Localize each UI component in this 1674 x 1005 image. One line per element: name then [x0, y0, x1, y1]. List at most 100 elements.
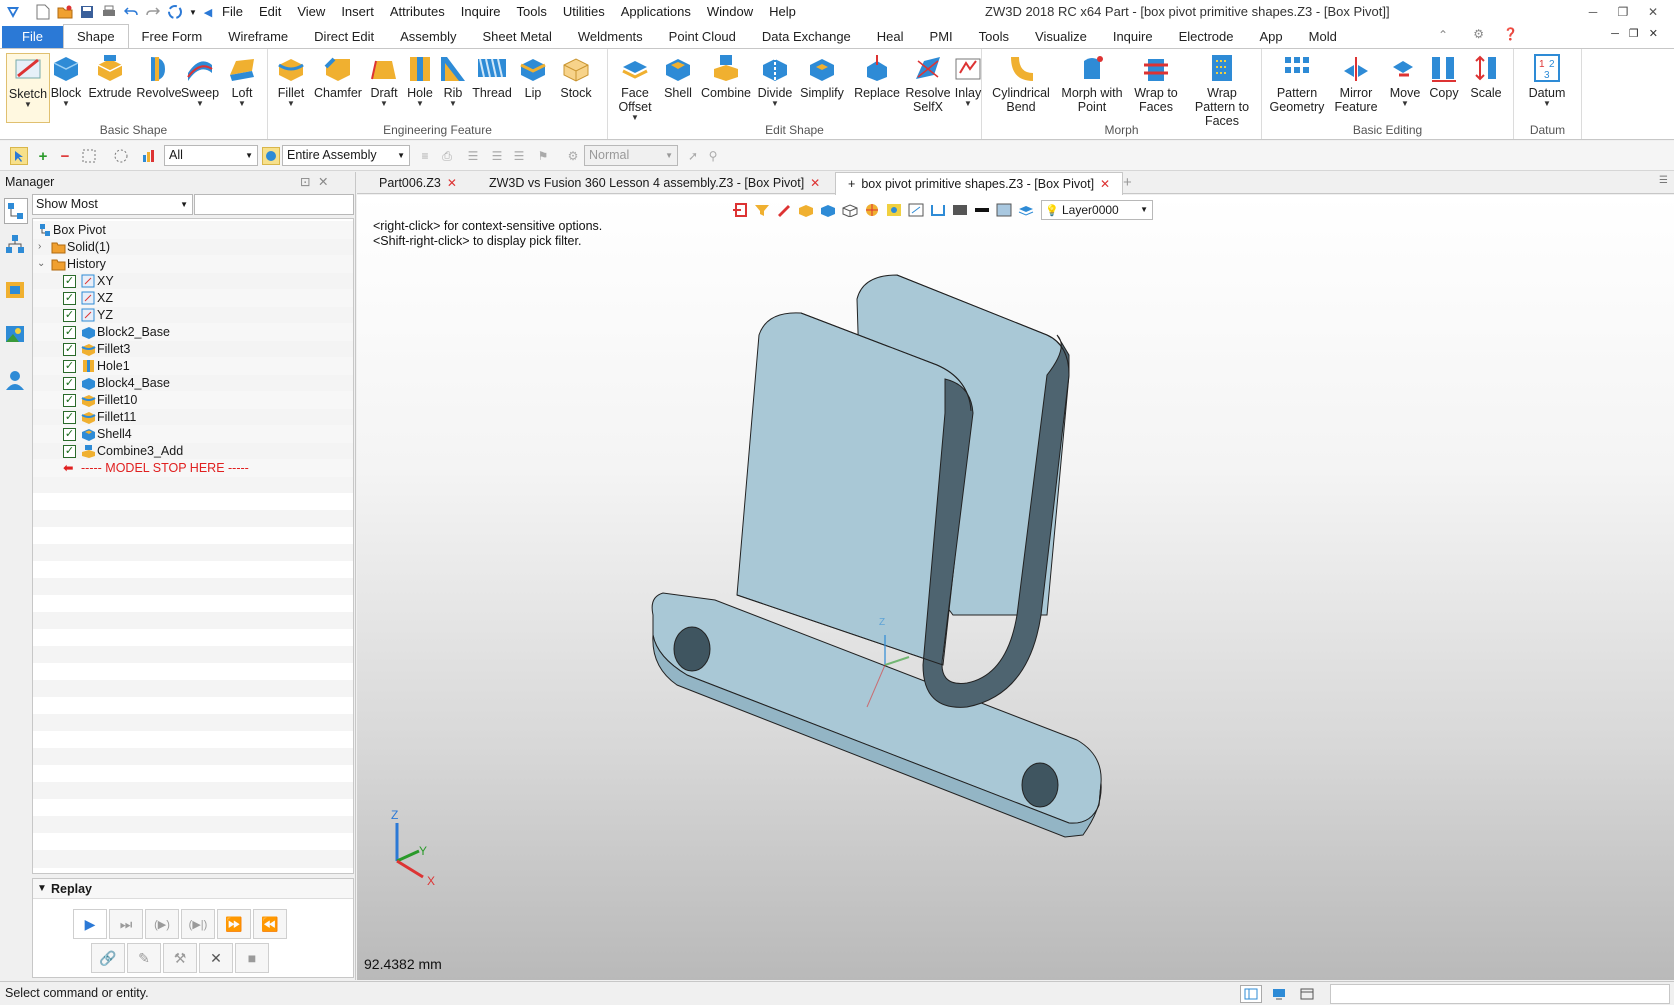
- close-tab-icon[interactable]: ✕: [447, 176, 457, 190]
- monitor-icon[interactable]: [1268, 985, 1290, 1003]
- replay-step-button[interactable]: ⏭: [109, 909, 143, 939]
- expand-chevron-icon[interactable]: ›: [38, 238, 41, 256]
- visibility-checkbox[interactable]: ✓: [63, 326, 76, 339]
- tab-inquire[interactable]: Inquire: [1100, 26, 1166, 48]
- thread-button[interactable]: Thread: [470, 53, 514, 100]
- close-tab-icon[interactable]: ✕: [1100, 177, 1110, 191]
- tab-mold[interactable]: Mold: [1296, 26, 1350, 48]
- tree-node-block2-base[interactable]: ✓ Block2_Base: [33, 323, 353, 341]
- combine-button[interactable]: Combine: [700, 53, 752, 100]
- save-icon[interactable]: [78, 3, 96, 21]
- loft-button[interactable]: Loft ▼: [222, 53, 262, 108]
- pick-select-icon[interactable]: [10, 147, 28, 165]
- tree-node-hole1[interactable]: ✓ Hole1: [33, 357, 353, 375]
- regen-icon[interactable]: [166, 3, 184, 21]
- extrude-button[interactable]: Extrude: [88, 53, 132, 100]
- menu-insert[interactable]: Insert: [333, 0, 382, 24]
- menu-inquire[interactable]: Inquire: [453, 0, 509, 24]
- maximize-button[interactable]: ❐: [1608, 0, 1638, 24]
- snap-icon[interactable]: ⚲: [704, 147, 722, 165]
- tree-node-fillet10[interactable]: ✓ Fillet10: [33, 391, 353, 409]
- user-manager-icon[interactable]: [4, 368, 28, 394]
- list-icon-3[interactable]: ☰: [510, 147, 528, 165]
- help-icon[interactable]: ❓: [1503, 27, 1518, 41]
- menu-tools[interactable]: Tools: [509, 0, 555, 24]
- visibility-checkbox[interactable]: ✓: [63, 343, 76, 356]
- draft-button[interactable]: Draft ▼: [366, 53, 402, 108]
- wrap-pattern-to-faces-button[interactable]: Wrap Pattern to Faces: [1184, 53, 1260, 128]
- resolve-selfx-button[interactable]: Resolve SelfX: [904, 53, 952, 114]
- panel-pin-icon[interactable]: ⊡: [300, 172, 310, 192]
- datum-button[interactable]: 123 Datum ▼: [1522, 53, 1572, 108]
- tree-node-root[interactable]: Box Pivot: [33, 221, 353, 239]
- simplify-button[interactable]: Simplify: [798, 53, 846, 100]
- assembly-tree-icon[interactable]: [4, 232, 28, 258]
- tree-search-input[interactable]: [194, 194, 354, 215]
- visibility-checkbox[interactable]: ✓: [63, 292, 76, 305]
- box-pivot-model[interactable]: Z Z Y X: [357, 195, 1674, 980]
- divide-button[interactable]: Divide ▼: [754, 53, 796, 108]
- doc-window-controls[interactable]: ─❐✕: [1611, 27, 1668, 40]
- menu-window[interactable]: Window: [699, 0, 761, 24]
- visibility-checkbox[interactable]: ✓: [63, 411, 76, 424]
- close-tab-icon[interactable]: ✕: [810, 176, 820, 190]
- tree-node-fillet3[interactable]: ✓ Fillet3: [33, 340, 353, 358]
- wrap-to-faces-button[interactable]: Wrap to Faces: [1130, 53, 1182, 114]
- panel-toggle-icon[interactable]: [1296, 985, 1318, 1003]
- dropdown-icon[interactable]: ▼: [188, 3, 198, 21]
- tab-file[interactable]: File: [2, 26, 63, 48]
- face-offset-button[interactable]: Face Offset ▼: [612, 53, 658, 122]
- collapse-chevron-icon[interactable]: ⌄: [37, 255, 45, 273]
- tab-point-cloud[interactable]: Point Cloud: [656, 26, 749, 48]
- revolve-button[interactable]: Revolve: [136, 53, 182, 100]
- stock-button[interactable]: Stock: [554, 53, 598, 100]
- panel-close-icon[interactable]: ✕: [318, 172, 328, 192]
- morph-with-point-button[interactable]: Morph with Point: [1056, 53, 1128, 114]
- settings-gear-icon[interactable]: ⚙: [1473, 27, 1484, 41]
- visibility-checkbox[interactable]: ✓: [63, 394, 76, 407]
- copy-button[interactable]: Copy: [1424, 53, 1464, 100]
- part-library-icon[interactable]: [4, 278, 28, 304]
- menu-applications[interactable]: Applications: [613, 0, 699, 24]
- replay-fast-forward-button[interactable]: ⏩: [217, 909, 251, 939]
- collapse-ribbon-icon[interactable]: ⌃: [1438, 28, 1448, 42]
- list-icon-1[interactable]: ☰: [464, 147, 482, 165]
- tree-node-xz[interactable]: ✓ XZ: [33, 289, 353, 307]
- tab-wireframe[interactable]: Wireframe: [215, 26, 301, 48]
- scale-button[interactable]: Scale: [1466, 53, 1506, 100]
- remove-filter-icon[interactable]: −: [56, 147, 74, 165]
- menu-utilities[interactable]: Utilities: [555, 0, 613, 24]
- visibility-checkbox[interactable]: ✓: [63, 309, 76, 322]
- print-filter-icon[interactable]: ⎙: [438, 147, 456, 165]
- inlay-button[interactable]: Inlay ▼: [952, 53, 984, 108]
- chart-filter-icon[interactable]: [140, 147, 158, 165]
- tab-sheet-metal[interactable]: Sheet Metal: [470, 26, 565, 48]
- replay-edit-button[interactable]: ✎: [127, 943, 161, 973]
- menu-file[interactable]: File: [214, 0, 251, 24]
- tab-app[interactable]: App: [1247, 26, 1296, 48]
- tab-data-exchange[interactable]: Data Exchange: [749, 26, 864, 48]
- tab-weldments[interactable]: Weldments: [565, 26, 656, 48]
- replay-play-button[interactable]: ▶: [73, 909, 107, 939]
- tree-node-yz[interactable]: ✓ YZ: [33, 306, 353, 324]
- replay-tool-button[interactable]: ⚒: [163, 943, 197, 973]
- tab-list-icon[interactable]: ☰: [1659, 175, 1668, 186]
- sketch-button[interactable]: Sketch ▼: [6, 53, 50, 123]
- 3d-viewport[interactable]: 💡 Layer0000 ▼ <right-click> for context-…: [357, 195, 1674, 980]
- collapse-triangle-icon[interactable]: ▼: [37, 879, 47, 899]
- tab-pmi[interactable]: PMI: [917, 26, 966, 48]
- cylindrical-bend-button[interactable]: Cylindrical Bend: [986, 53, 1056, 114]
- tab-free-form[interactable]: Free Form: [129, 26, 216, 48]
- tab-electrode[interactable]: Electrode: [1166, 26, 1247, 48]
- lasso-icon[interactable]: [112, 147, 130, 165]
- gear-filter-icon[interactable]: ⚙: [564, 147, 582, 165]
- cursor-icon[interactable]: ➚: [684, 147, 702, 165]
- tree-node-shell4[interactable]: ✓ Shell4: [33, 425, 353, 443]
- tree-node-xy[interactable]: ✓ XY: [33, 272, 353, 290]
- menu-help[interactable]: Help: [761, 0, 804, 24]
- model-stop-marker[interactable]: ⬅ ----- MODEL STOP HERE -----: [33, 459, 353, 477]
- pin-icon[interactable]: ⚑: [534, 147, 552, 165]
- assembly-scope-icon[interactable]: [262, 147, 280, 165]
- replay-delete-button[interactable]: ✕: [199, 943, 233, 973]
- tree-node-block4-base[interactable]: ✓ Block4_Base: [33, 374, 353, 392]
